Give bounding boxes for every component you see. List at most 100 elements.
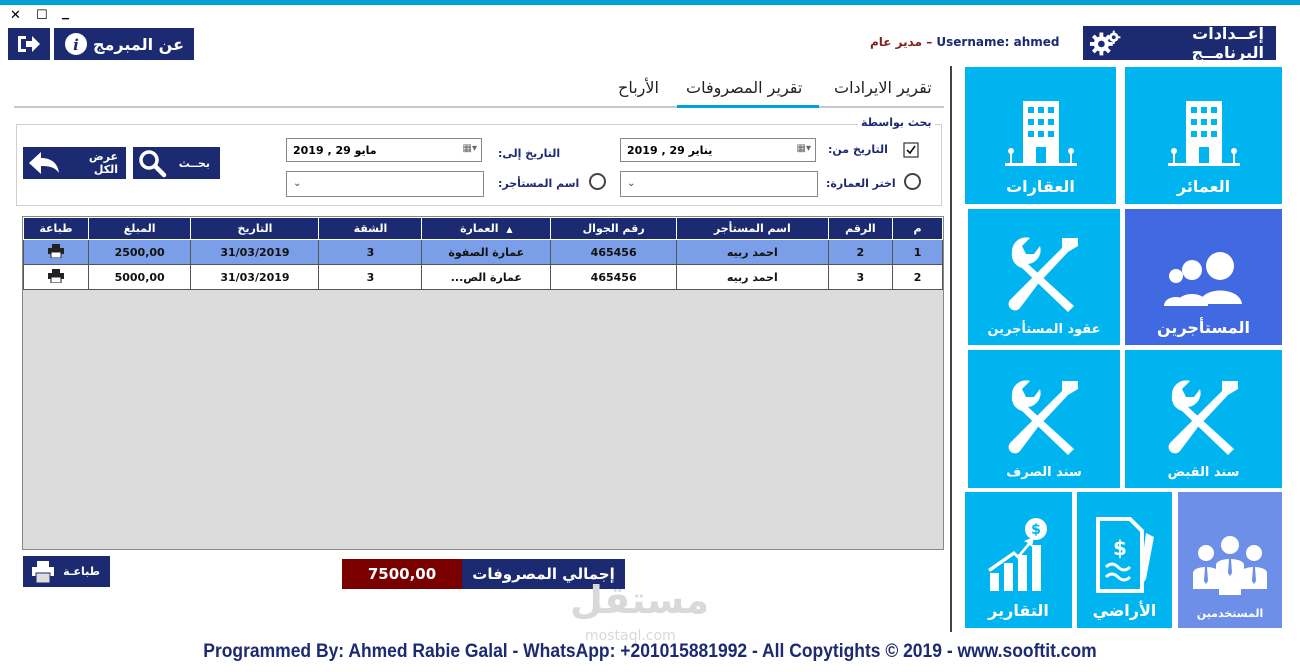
cell-date: 31/03/2019 [190, 264, 320, 290]
printer-icon [47, 243, 64, 258]
tile-payment-voucher-label: سند الصرف [1006, 465, 1082, 480]
date-to-label: التاريخ إلى: [498, 147, 561, 160]
active-tab-indicator [677, 105, 819, 108]
tile-receipt-voucher[interactable]: سند القبض [1125, 350, 1282, 488]
col-date[interactable]: التاريخ [190, 217, 320, 240]
building-select[interactable]: ⌄ [620, 171, 818, 197]
svg-text:i: i [73, 36, 79, 54]
tab-profits[interactable]: الأرباح [618, 78, 659, 97]
window-top-accent [0, 0, 1300, 5]
tenant-select[interactable]: ⌄ [286, 171, 484, 197]
footer-credits: Programmed By: Ahmed Rabie Galal - Whats… [203, 641, 1097, 662]
minimize-window-button[interactable]: ▁ [62, 10, 69, 20]
tenant-radio[interactable] [589, 173, 606, 190]
cell-number: 2 [827, 239, 894, 265]
cell-apartment: 3 [318, 264, 423, 290]
cell-number: 3 [827, 264, 894, 290]
date-filter-checkbox[interactable] [903, 142, 919, 158]
program-settings-button[interactable]: إعــدادات البرنامــج [1083, 24, 1276, 62]
about-programmer-button[interactable]: i عن المبرمج [54, 28, 194, 60]
sidebar-divider [950, 66, 952, 632]
exit-icon [18, 36, 40, 52]
cell-phone: 465456 [550, 239, 678, 265]
tile-lands[interactable]: $ الأراضي [1077, 492, 1172, 628]
tab-expenses-report[interactable]: تقرير المصروفات [686, 78, 802, 97]
users-group-icon [1163, 252, 1242, 306]
building-icon [1004, 101, 1077, 166]
tile-tenant-contracts[interactable]: عقود المستأجرين [968, 209, 1120, 345]
settings-label: إعــدادات البرنامــج [1191, 24, 1264, 62]
tile-receipt-voucher-label: سند القبض [1167, 465, 1240, 480]
cell-phone: 465456 [550, 264, 678, 290]
expenses-table: طباعة المبلغ التاريخ الشقة ▲ العمارة رقم… [23, 217, 943, 290]
printer-icon [32, 560, 54, 583]
chevron-down-icon: ⌄ [627, 178, 636, 189]
tools-icon [1008, 380, 1078, 455]
about-label: عن المبرمج [92, 34, 184, 54]
tile-properties[interactable]: العقارات [965, 67, 1116, 204]
col-number[interactable]: الرقم [827, 217, 894, 240]
search-group-label: بحث بواسطة [858, 116, 935, 129]
tile-lands-label: الأراضي [1092, 601, 1157, 620]
show-all-button[interactable]: عرض الكل [23, 147, 126, 179]
close-window-button[interactable]: ✕ [10, 8, 21, 23]
print-label: طباعـة [63, 565, 100, 578]
print-row-button[interactable] [23, 239, 89, 265]
cell-apartment: 3 [318, 239, 423, 265]
calendar-icon[interactable]: ▦▾ [463, 143, 477, 154]
show-all-label: عرض الكل [88, 150, 118, 176]
printer-icon [47, 268, 64, 283]
date-from-label: التاريخ من: [828, 143, 888, 156]
table-row[interactable]: 5000,00 31/03/2019 3 عمارة الص... 465456… [23, 264, 943, 290]
col-amount[interactable]: المبلغ [87, 217, 192, 240]
tile-reports-label: التقارير [988, 601, 1049, 620]
document-pen-icon: $ [1095, 517, 1154, 593]
tools-icon [1008, 237, 1078, 312]
cell-building: عمارة الص... [421, 264, 552, 290]
col-print[interactable]: طباعة [23, 217, 89, 240]
tile-users-label: المستخدمين [1196, 607, 1264, 620]
back-arrow-icon [28, 152, 59, 174]
tile-users[interactable]: المستخدمين [1178, 492, 1282, 628]
bar-chart-dollar-icon: $ [987, 518, 1047, 591]
tools-icon [1168, 380, 1238, 455]
col-tenant[interactable]: اسم المستأجر [676, 217, 829, 240]
svg-text:$: $ [1031, 522, 1041, 538]
tile-tenants[interactable]: المستأجرين [1125, 209, 1282, 345]
total-expenses-value: 7500,00 [342, 559, 462, 589]
chevron-down-icon: ⌄ [293, 178, 302, 189]
col-index[interactable]: م [892, 217, 943, 240]
building-radio[interactable] [904, 173, 921, 190]
tile-tenant-contracts-label: عقود المستأجرين [987, 322, 1101, 337]
cell-index: 2 [892, 264, 943, 290]
tab-revenue-report[interactable]: تقرير الايرادات [834, 78, 932, 97]
username-text: Username: ahmed [936, 35, 1060, 49]
date-from-input[interactable]: 2019 , يناير 29 ▦▾ [620, 138, 816, 162]
tile-buildings[interactable]: العمائر [1125, 67, 1282, 204]
col-apartment[interactable]: الشقة [318, 217, 423, 240]
tile-reports[interactable]: $ التقارير [965, 492, 1072, 628]
tile-tenants-label: المستأجرين [1157, 318, 1250, 337]
expenses-grid[interactable]: طباعة المبلغ التاريخ الشقة ▲ العمارة رقم… [22, 216, 944, 550]
info-icon: i [65, 33, 87, 55]
calendar-icon[interactable]: ▦▾ [797, 143, 811, 154]
table-row[interactable]: 2500,00 31/03/2019 3 عمارة الصفوة 465456… [23, 239, 943, 265]
cell-amount: 5000,00 [87, 264, 192, 290]
tile-buildings-label: العمائر [1176, 177, 1231, 196]
search-button[interactable]: بحــث [133, 147, 220, 179]
tile-payment-voucher[interactable]: سند الصرف [968, 350, 1120, 488]
maximize-window-button[interactable]: ☐ [36, 8, 48, 23]
user-role-text: مدير عام [870, 35, 923, 49]
date-to-input[interactable]: 2019 , مايو 29 ▦▾ [286, 138, 482, 162]
search-icon [139, 150, 167, 178]
exit-button[interactable] [8, 28, 50, 60]
print-button[interactable]: طباعـة [23, 556, 110, 587]
business-team-icon [1193, 536, 1267, 595]
building-label: اختر العمارة: [826, 177, 896, 190]
cell-building: عمارة الصفوة [421, 239, 552, 265]
date-to-value: 2019 , مايو 29 [293, 143, 377, 157]
col-phone[interactable]: رقم الجوال [550, 217, 678, 240]
col-building[interactable]: ▲ العمارة [421, 217, 552, 240]
cell-tenant: احمد ربيه [676, 264, 829, 290]
print-row-button[interactable] [23, 264, 89, 290]
